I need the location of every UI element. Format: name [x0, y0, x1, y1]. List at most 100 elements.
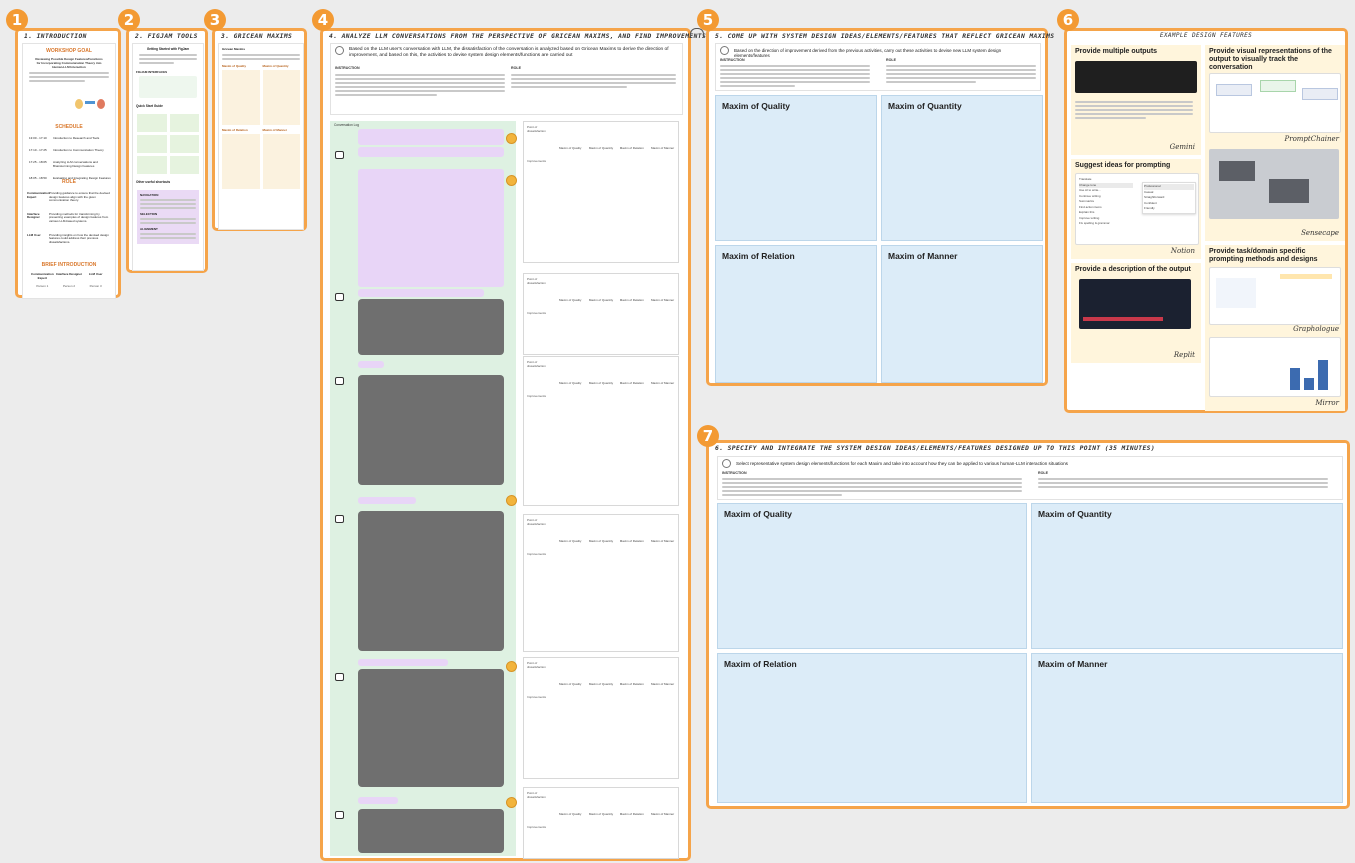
frame-title: 1. Introduction: [24, 33, 87, 40]
role-label: ROLE: [511, 66, 521, 70]
design-intro: Based on the direction of improvement de…: [734, 48, 1002, 58]
workshop-goal-heading: WORKSHOP GOAL: [46, 48, 92, 54]
lightbulb-icon: [335, 46, 344, 55]
user-message: [358, 289, 484, 297]
frame-number-4: 4: [312, 9, 334, 31]
maxim-box-relation[interactable]: Maxim of Relation: [715, 245, 877, 383]
gricean-intro: Gricean Maxims: [222, 47, 246, 51]
frame-introduction[interactable]: 1. Introduction WORKSHOP GOAL Reviewing …: [15, 28, 121, 299]
instruction-label: INSTRUCTION: [720, 58, 745, 62]
role-label: ROLE: [886, 58, 896, 62]
frame-title: 4. Analyze LLM conversations from the pe…: [329, 33, 707, 40]
feature-visual-tracking[interactable]: Provide visual representations of the ou…: [1205, 45, 1345, 241]
maxim-box-quantity[interactable]: Maxim of Quantity: [881, 95, 1043, 241]
maxim-box-relation[interactable]: Maxim of Relation: [717, 653, 1027, 803]
frame-analyze-conversations[interactable]: 4. Analyze LLM conversations from the pe…: [320, 28, 706, 861]
user-avatar-icon: [506, 133, 517, 144]
llm-message: [358, 669, 504, 787]
analysis-table[interactable]: Point of dissatisfaction Maxim of Qualit…: [523, 273, 679, 355]
frame-title: 6. Specify and integrate the system desi…: [715, 445, 1156, 452]
robot-icon: [335, 515, 344, 523]
selection-heading: SELECTION: [140, 212, 158, 216]
quick-start-heading: Quick Start Guide: [136, 104, 163, 108]
screenshot-notion: Translate Change tone Use AI to write... Co…: [1075, 173, 1199, 245]
maxim-box-quality[interactable]: Maxim of Quality: [715, 95, 877, 241]
conversation-log[interactable]: Conversation Log: [330, 121, 517, 856]
maxim-quantity-title: Maxim of Quantity: [262, 64, 289, 68]
feature-output-description[interactable]: Provide a description of the output Repl…: [1071, 263, 1201, 363]
maxim-relation-title: Maxim of Relation: [222, 128, 248, 132]
other-shortcuts-heading: Other useful shortcuts: [136, 180, 171, 184]
user-avatar-icon: [506, 661, 517, 672]
feature-task-specific-prompting[interactable]: Provide task/domain specific prompting m…: [1205, 245, 1345, 411]
screenshot-replit: [1079, 279, 1191, 329]
feature-suggest-prompting[interactable]: Suggest ideas for prompting Translate Cha…: [1071, 159, 1201, 259]
schedule-row: 17:25 - 18:05 Analyzing LLM conversations…: [29, 160, 98, 168]
user-avatar-icon: [506, 175, 517, 186]
role-heading: ROLE: [62, 179, 76, 185]
maxim-quality-title: Maxim of Quality: [222, 64, 247, 68]
frame-design-ideas[interactable]: 5. Come up with system design ideas/elem…: [706, 28, 1054, 386]
maxim-box-manner[interactable]: Maxim of Manner: [881, 245, 1043, 383]
frame-title: 5. Come up with system design ideas/elem…: [715, 33, 1055, 40]
maxim-box-manner[interactable]: Maxim of Manner: [1031, 653, 1343, 803]
user-message: [358, 797, 398, 804]
role-row: Interface Designer Providing methods for …: [27, 211, 109, 223]
frame-title: Example Design Features: [1159, 32, 1253, 39]
feature-multiple-outputs[interactable]: Provide multiple outputs Gemini: [1071, 45, 1201, 155]
llm-message: [358, 809, 504, 853]
user-message: [358, 659, 448, 666]
alignment-heading: ALIGNMENT: [140, 227, 158, 231]
screenshot-graphologue: [1209, 267, 1341, 325]
screenshot-mirror: [1209, 337, 1341, 397]
people-illustration: [75, 96, 109, 110]
workshop-goal-text: Reviewing Possible Design Features/Funct…: [35, 57, 103, 69]
user-message: [358, 147, 504, 157]
frame-number-5: 5: [697, 9, 719, 31]
maxim-box-quality[interactable]: Maxim of Quality: [717, 503, 1027, 649]
frame-example-features[interactable]: Example Design Features Provide multiple…: [1064, 28, 1348, 413]
llm-message: [358, 375, 504, 485]
analysis-table[interactable]: Point of dissatisfaction Maxim of Qualit…: [523, 514, 679, 652]
schedule-row: 13:00 - 17:10 Introduction to Research an…: [29, 136, 100, 140]
figjam-interfaces-heading: FIGJAM INTERFACES: [136, 70, 168, 74]
frame-gricean-maxims[interactable]: 3. Gricean Maxims Gricean Maxims Maxim o…: [212, 28, 307, 231]
user-message: [358, 169, 504, 287]
frame-figjam-tools[interactable]: 2. FigJam Tools Getting Started with Fig…: [126, 28, 208, 273]
analysis-table[interactable]: Point of dissatisfaction Maxim of Qualit…: [523, 356, 679, 506]
screenshot-promptchainer: [1209, 73, 1341, 133]
robot-icon: [335, 377, 344, 385]
schedule-row: 17:10 - 17:25 Introduction to Communicati…: [29, 148, 104, 152]
integrate-intro: Select representative system design elem…: [736, 461, 1068, 466]
llm-message: [358, 299, 504, 355]
brief-intro-heading: BRIEF INTRODUCTION: [41, 262, 97, 268]
screenshot-sensecape: [1209, 149, 1339, 219]
analysis-table[interactable]: Point of dissatisfaction Maxim of Qualit…: [523, 121, 679, 263]
user-avatar-icon: [506, 797, 517, 808]
user-avatar-icon: [506, 495, 517, 506]
robot-icon: [335, 673, 344, 681]
lightbulb-icon: [720, 46, 729, 55]
instruction-label: INSTRUCTION: [335, 66, 360, 70]
user-message: [358, 361, 384, 368]
analysis-table[interactable]: Point of dissatisfaction Maxim of Qualit…: [523, 787, 679, 859]
frame-integrate-design[interactable]: 6. Specify and integrate the system desi…: [706, 440, 1350, 809]
lightbulb-icon: [722, 459, 731, 468]
robot-icon: [335, 811, 344, 819]
schedule-heading: SCHEDULE: [55, 124, 83, 130]
integrate-instructions: Select representative system design elem…: [717, 456, 1343, 500]
maxim-box-quantity[interactable]: Maxim of Quantity: [1031, 503, 1343, 649]
frame-number-3: 3: [204, 9, 226, 31]
user-message: [358, 497, 416, 504]
conversation-log-label: Conversation Log: [334, 123, 359, 127]
analyze-intro: Based on the LLM user's conversation wit…: [349, 47, 669, 58]
robot-icon: [335, 293, 344, 301]
frame-number-2: 2: [118, 9, 140, 31]
analyze-instructions: Based on the LLM user's conversation wit…: [330, 43, 683, 115]
analysis-table[interactable]: Point of dissatisfaction Maxim of Qualit…: [523, 657, 679, 779]
instruction-label: INSTRUCTION: [722, 471, 747, 475]
role-label: ROLE: [1038, 471, 1048, 475]
user-message: [358, 129, 504, 145]
maxim-manner-title: Maxim of Manner: [262, 128, 288, 132]
frame-number-1: 1: [6, 9, 28, 31]
